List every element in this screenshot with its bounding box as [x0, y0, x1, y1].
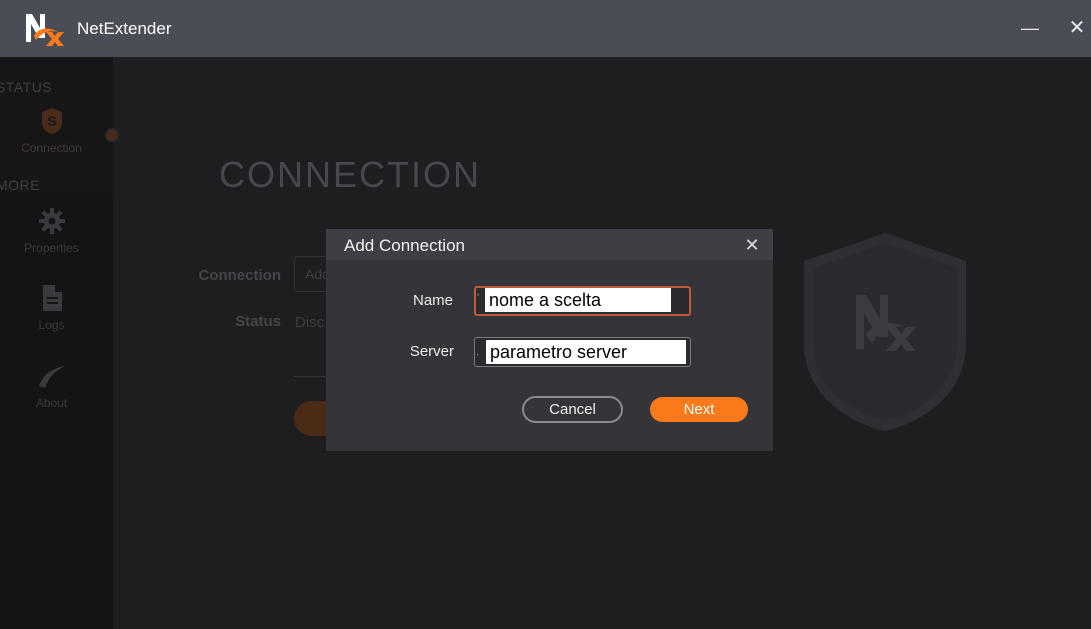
- sidebar-item-label: Connection: [21, 141, 82, 155]
- app-title: NetExtender: [77, 19, 172, 38]
- connect-button[interactable]: [294, 401, 328, 436]
- server-input-value: parametro server: [486, 340, 686, 364]
- add-connection-dialog: Add Connection ✕ Name ' nome a scelta Se…: [326, 229, 773, 451]
- status-label: Status: [235, 313, 281, 330]
- active-indicator: [105, 128, 119, 142]
- server-label: Server: [409, 343, 454, 360]
- section-label-more: MORE: [0, 177, 40, 193]
- cancel-button[interactable]: Cancel: [522, 396, 623, 423]
- close-window-button[interactable]: ✕: [1062, 14, 1091, 42]
- shield-s-icon: S: [41, 108, 62, 134]
- sidebar-item-properties[interactable]: Properties: [0, 207, 103, 255]
- cursor-mark: ': [477, 292, 480, 304]
- svg-text:S: S: [47, 113, 56, 129]
- document-icon: [42, 285, 62, 311]
- swoosh-icon: [38, 366, 65, 388]
- sidebar: STATUS S Connection MORE Properties Logs…: [0, 57, 119, 629]
- netextender-logo-icon: [26, 14, 64, 46]
- name-input-value: nome a scelta: [485, 288, 671, 312]
- cursor-mark: .: [476, 346, 480, 358]
- dialog-header: Add Connection ✕: [326, 229, 773, 260]
- sidebar-item-about[interactable]: About: [0, 364, 103, 410]
- name-label: Name: [412, 292, 453, 309]
- connection-label: Connection: [198, 267, 282, 284]
- sidebar-item-label: Properties: [24, 241, 79, 255]
- gear-icon: [38, 208, 65, 234]
- netextender-shield-icon: [804, 233, 966, 431]
- sidebar-item-label: Logs: [38, 318, 65, 332]
- sidebar-item-label: About: [35, 396, 68, 410]
- minimize-button[interactable]: —: [1015, 14, 1045, 42]
- page-title: CONNECTION: [219, 154, 481, 195]
- server-input[interactable]: . parametro server: [474, 337, 691, 367]
- dialog-title: Add Connection: [344, 236, 465, 255]
- sidebar-item-connection[interactable]: S Connection: [0, 107, 103, 155]
- status-value: Disc: [295, 314, 325, 331]
- sidebar-item-logs[interactable]: Logs: [0, 284, 103, 332]
- next-button[interactable]: Next: [650, 397, 748, 422]
- title-bar: NetExtender — ✕: [0, 0, 1091, 57]
- dialog-close-button[interactable]: ✕: [740, 233, 764, 257]
- name-input[interactable]: ' nome a scelta: [474, 286, 691, 316]
- section-label-status: STATUS: [0, 79, 53, 95]
